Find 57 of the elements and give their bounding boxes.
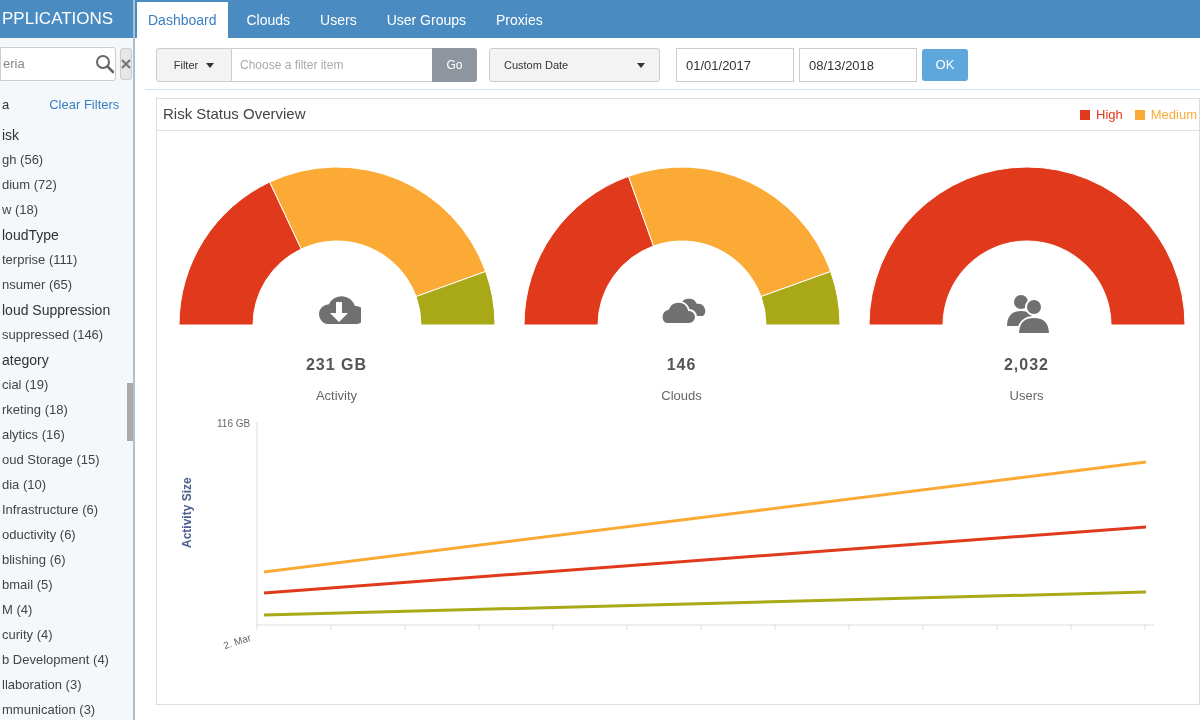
- filter-item[interactable]: w (18): [2, 197, 39, 223]
- end-date-field[interactable]: 08/13/2018: [799, 48, 917, 82]
- filter-item[interactable]: cial (19): [2, 372, 49, 398]
- legend-label: Medium: [1150, 105, 1197, 124]
- search-field[interactable]: eria: [0, 47, 116, 81]
- tab[interactable]: Users: [309, 2, 368, 38]
- filter-item[interactable]: b Development (4): [2, 647, 109, 673]
- caret-icon: [637, 62, 645, 68]
- filter-item[interactable]: dium (72): [2, 172, 57, 198]
- filter-item[interactable]: bmail (5): [2, 572, 53, 598]
- filter-group-heading[interactable]: loud Suppression: [2, 297, 111, 323]
- filter-item[interactable]: terprise (111): [2, 247, 78, 273]
- scrollbar-thumb[interactable]: [127, 383, 133, 441]
- filter-item[interactable]: alytics (16): [2, 422, 65, 448]
- gauge-value: 231 GB: [305, 355, 368, 375]
- filter-item[interactable]: oductivity (6): [2, 522, 76, 548]
- filter-item[interactable]: mmunication (3): [2, 697, 96, 720]
- gauge-value: 146: [666, 355, 697, 375]
- clear-search-button[interactable]: [120, 48, 132, 80]
- tab[interactable]: Clouds: [235, 2, 302, 38]
- tab[interactable]: Dashboard: [137, 2, 228, 38]
- start-date-field[interactable]: 01/01/2017: [676, 48, 794, 82]
- filter-item[interactable]: gh (56): [2, 147, 44, 173]
- filter-item[interactable]: M (4): [2, 597, 33, 623]
- filter-item[interactable]: llaboration (3): [2, 672, 82, 698]
- caret-icon: [206, 62, 215, 68]
- filter-group-heading[interactable]: isk: [2, 122, 20, 148]
- filter-group-heading[interactable]: ategory: [2, 347, 49, 373]
- sidebar-title: PPLICATIONS: [2, 8, 114, 31]
- filter-item[interactable]: oud Storage (15): [2, 447, 100, 473]
- panel-title: Risk Status Overview: [163, 104, 306, 125]
- filter-item[interactable]: Infrastructure (6): [2, 497, 99, 523]
- y-axis-top-label: 116 GB: [217, 416, 251, 431]
- filter-item[interactable]: nsumer (65): [2, 272, 73, 298]
- criteria-label: a: [2, 96, 10, 114]
- x-axis-label: 2. Mar: [221, 630, 253, 653]
- search-input[interactable]: eria: [1, 54, 89, 74]
- gauge-value: 2,032: [1003, 355, 1049, 375]
- tab[interactable]: Proxies: [485, 2, 554, 38]
- search-icon: [95, 54, 115, 74]
- legend-label: High: [1096, 105, 1123, 124]
- filter-item[interactable]: suppressed (146): [2, 322, 104, 348]
- tab[interactable]: User Groups: [375, 2, 477, 38]
- y-axis-title: Activity Size: [179, 477, 195, 548]
- close-icon: [121, 59, 131, 69]
- gauge-label: Clouds: [661, 387, 702, 405]
- filter-dropdown[interactable]: Filter: [156, 48, 232, 82]
- filter-item[interactable]: blishing (6): [2, 547, 66, 573]
- date-range-dropdown[interactable]: Custom Date: [489, 48, 660, 82]
- clear-filters-link[interactable]: Clear Filters: [49, 95, 120, 115]
- filter-item[interactable]: dia (10): [2, 472, 47, 498]
- filter-item[interactable]: curity (4): [2, 622, 53, 648]
- gauge-label: Users: [1009, 387, 1044, 405]
- filter-input[interactable]: Choose a filter item: [232, 48, 432, 82]
- gauge-label: Activity: [315, 387, 358, 405]
- filter-item[interactable]: rketing (18): [2, 397, 68, 423]
- filter-group-heading[interactable]: loudType: [2, 222, 59, 248]
